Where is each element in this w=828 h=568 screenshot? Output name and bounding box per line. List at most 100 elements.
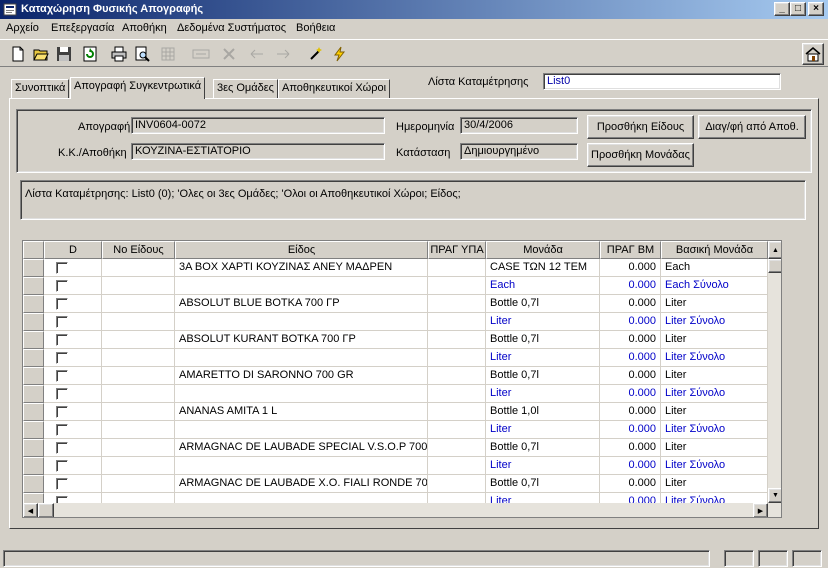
scroll-right-icon[interactable]: ▶ [753, 503, 768, 517]
column-header-actual-base-qty[interactable]: ΠΡΑΓ ΒΜ [600, 241, 661, 259]
subtotal-row[interactable]: Each 0.000 Each Σύνολο [23, 277, 768, 295]
cell-qty[interactable]: 0.000 [600, 385, 661, 403]
cell-unit[interactable]: Bottle 1,0l [486, 403, 600, 421]
horizontal-scrollbar[interactable]: ◀ ▶ [23, 503, 781, 517]
cell-d[interactable] [44, 385, 102, 403]
lightning-icon[interactable] [329, 43, 351, 65]
cell-unit[interactable]: CASE ΤΩΝ 12 ΤΕΜ [486, 259, 600, 277]
table-row[interactable]: AMARETTO DI SARONNO 700 GR Bottle 0,7l 0.0… [23, 367, 768, 385]
cell-actual[interactable] [428, 439, 486, 457]
subtotal-row[interactable]: Liter 0.000 Liter Σύνολο [23, 313, 768, 331]
delete-checkbox[interactable] [56, 370, 68, 382]
delete-checkbox[interactable] [56, 460, 68, 472]
cell-qty[interactable]: 0.000 [600, 313, 661, 331]
row-header[interactable] [23, 457, 44, 475]
cell-base[interactable]: Liter Σύνολο [661, 385, 768, 403]
cell-qty[interactable]: 0.000 [600, 277, 661, 295]
row-header[interactable] [23, 349, 44, 367]
vertical-scrollbar[interactable]: ▲ ▼ [768, 241, 781, 503]
cell-unit[interactable]: Bottle 0,7l [486, 331, 600, 349]
cell-unit[interactable]: Liter [486, 457, 600, 475]
cell-base[interactable]: Liter [661, 403, 768, 421]
minimize-button[interactable]: _ [774, 2, 790, 16]
cell-item[interactable]: ABSOLUT KURANT ΒΟΤΚΑ 700 ΓΡ [175, 331, 428, 349]
delete-checkbox[interactable] [56, 316, 68, 328]
row-header[interactable] [23, 421, 44, 439]
add-unit-button[interactable]: Προσθήκη Μονάδας [587, 143, 694, 167]
cell-item[interactable] [175, 277, 428, 295]
delete-from-store-button[interactable]: Διαγ/φή από Αποθ. [698, 115, 806, 139]
cell-base[interactable]: Liter Σύνολο [661, 421, 768, 439]
scroll-down-icon[interactable]: ▼ [768, 488, 781, 503]
tab-summary[interactable]: Συνοπτικά [11, 79, 70, 98]
cell-actual[interactable] [428, 367, 486, 385]
cost-center-field[interactable]: ΚΟΥΖΙΝΑ-ΕΣΤΙΑΤΟΡΙΟ [131, 143, 385, 160]
cell-base[interactable]: Liter [661, 295, 768, 313]
cell-unit[interactable]: Liter [486, 421, 600, 439]
cell-actual[interactable] [428, 313, 486, 331]
delete-checkbox[interactable] [56, 352, 68, 364]
table-row[interactable]: 3Α ΒΟΧ ΧΑΡΤΙ ΚΟΥΖΙΝΑΣ ΑΝΕΥ ΜΑΔΡΕΝ CASE ΤΩ… [23, 259, 768, 277]
cell-actual[interactable] [428, 475, 486, 493]
count-list-field[interactable]: List0 [543, 73, 781, 90]
cell-actual[interactable] [428, 457, 486, 475]
cell-item[interactable] [175, 313, 428, 331]
row-header[interactable] [23, 277, 44, 295]
cell-base[interactable]: Each [661, 259, 768, 277]
cell-qty[interactable]: 0.000 [600, 349, 661, 367]
cell-itemno[interactable] [102, 331, 175, 349]
cell-itemno[interactable] [102, 277, 175, 295]
cell-item[interactable] [175, 385, 428, 403]
close-button[interactable]: × [808, 2, 824, 16]
cell-actual[interactable] [428, 259, 486, 277]
cell-base[interactable]: Liter Σύνολο [661, 313, 768, 331]
delete-checkbox[interactable] [56, 478, 68, 490]
cell-actual[interactable] [428, 421, 486, 439]
delete-checkbox[interactable] [56, 406, 68, 418]
cell-unit[interactable]: Liter [486, 349, 600, 367]
row-header[interactable] [23, 475, 44, 493]
delete-checkbox[interactable] [56, 298, 68, 310]
cell-d[interactable] [44, 439, 102, 457]
cell-base[interactable]: Liter Σύνολο [661, 349, 768, 367]
cell-d[interactable] [44, 475, 102, 493]
row-header[interactable] [23, 259, 44, 277]
delete-checkbox[interactable] [56, 334, 68, 346]
cell-item[interactable]: 3Α ΒΟΧ ΧΑΡΤΙ ΚΟΥΖΙΝΑΣ ΑΝΕΥ ΜΑΔΡΕΝ [175, 259, 428, 277]
delete-checkbox[interactable] [56, 262, 68, 274]
tab-storage-locations[interactable]: Αποθηκευτικοί Χώροι [278, 79, 391, 98]
column-header-d[interactable]: D [44, 241, 102, 259]
print-preview-icon[interactable] [131, 43, 153, 65]
cell-d[interactable] [44, 295, 102, 313]
column-header-base-unit[interactable]: Βασική Μονάδα [661, 241, 768, 259]
wand-icon[interactable] [305, 43, 327, 65]
cell-itemno[interactable] [102, 421, 175, 439]
cell-d[interactable] [44, 277, 102, 295]
cell-d[interactable] [44, 331, 102, 349]
table-row[interactable]: ABSOLUT BLUE ΒΟΤΚΑ 700 ΓΡ Bottle 0,7l 0.00… [23, 295, 768, 313]
menu-system-data[interactable]: Δεδομένα Συστήματος [177, 22, 286, 34]
delete-checkbox[interactable] [56, 388, 68, 400]
cell-d[interactable] [44, 421, 102, 439]
cell-d[interactable] [44, 349, 102, 367]
cell-d[interactable] [44, 367, 102, 385]
cell-unit[interactable]: Liter [486, 385, 600, 403]
cell-qty[interactable]: 0.000 [600, 331, 661, 349]
cell-itemno[interactable] [102, 403, 175, 421]
cell-actual[interactable] [428, 295, 486, 313]
cell-d[interactable] [44, 313, 102, 331]
cell-item[interactable]: ABSOLUT BLUE ΒΟΤΚΑ 700 ΓΡ [175, 295, 428, 313]
tab-inventory-summary[interactable]: Απογραφή Συγκεντρωτικά [70, 77, 206, 99]
cell-item[interactable] [175, 457, 428, 475]
hscroll-thumb[interactable] [38, 503, 54, 517]
subtotal-row[interactable]: Liter 0.000 Liter Σύνολο [23, 457, 768, 475]
add-item-button[interactable]: Προσθήκη Είδους [587, 115, 694, 139]
refresh-icon[interactable] [79, 43, 101, 65]
cell-qty[interactable]: 0.000 [600, 439, 661, 457]
scroll-up-icon[interactable]: ▲ [768, 241, 781, 259]
menu-warehouse[interactable]: Αποθήκη [122, 22, 167, 34]
cell-base[interactable]: Liter [661, 331, 768, 349]
cell-base[interactable]: Liter [661, 367, 768, 385]
cell-unit[interactable]: Bottle 0,7l [486, 439, 600, 457]
delete-checkbox[interactable] [56, 280, 68, 292]
